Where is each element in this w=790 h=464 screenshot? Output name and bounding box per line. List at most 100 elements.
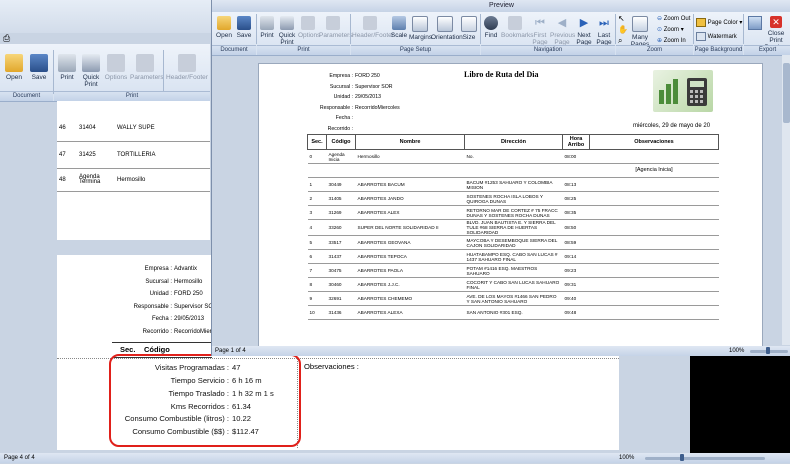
group-page-setup: Page Setup — [351, 45, 480, 55]
header-footer-button[interactable]: Header/Footer — [352, 16, 394, 39]
binoculars-icon — [484, 16, 498, 30]
options-button[interactable]: Options — [104, 54, 128, 81]
bookmarks-icon — [508, 16, 522, 30]
first-page-button[interactable]: ⏮ First Page — [530, 16, 550, 46]
table-cell-sec: 0 — [307, 149, 327, 164]
page-color-icon — [696, 18, 706, 27]
table-cell-obs — [589, 305, 719, 320]
table-cell-obs — [589, 263, 719, 278]
orientation-icon — [437, 16, 453, 32]
window-title: Preview — [489, 2, 514, 9]
table-row: 3 31269 ABARROTES ALEX RETORNO MAR DE CORTE… — [307, 205, 719, 220]
many-pages-icon — [632, 16, 648, 32]
zoom-in-button[interactable]: ⊕ Zoom In — [657, 37, 686, 44]
table-cell-hora: 08:35 — [562, 205, 590, 220]
table-cell-nombre: ABARROTES GEOVANA — [355, 235, 465, 250]
printer-icon — [58, 54, 76, 72]
table-cell-hora: 08:50 — [562, 219, 590, 236]
zoom-out-button[interactable]: ⊖ Zoom Out — [657, 15, 690, 22]
table-cell-codigo: 30460 — [326, 277, 356, 292]
black-region — [690, 356, 790, 453]
parameters-button[interactable]: Parameters — [319, 16, 353, 39]
page-color-button[interactable]: Page Color ▾ — [696, 18, 742, 27]
report-header-values: FORD 250 Supervisor SOR 29/05/2013 Recorri… — [355, 73, 400, 111]
table-cell-direccion: SAN ANTONIO #301 ESQ. — [464, 305, 563, 320]
zoom-slider-thumb[interactable] — [766, 347, 770, 354]
quick-printer-icon — [82, 54, 100, 72]
find-button[interactable]: Find — [482, 16, 500, 39]
save-button[interactable]: Save — [234, 16, 254, 39]
table-cell-direccion: RETORNO MAR DE CORTEZ # 75 FRACC DUNAS Y… — [464, 205, 563, 220]
group-print: Print — [257, 45, 350, 55]
zoom-slider[interactable] — [645, 457, 765, 460]
size-button[interactable]: Size — [459, 16, 479, 41]
table-cell-hora: 09:48 — [562, 305, 590, 320]
table-cell-sec: 8 — [307, 277, 327, 292]
bookmarks-button[interactable]: Bookmarks — [501, 16, 534, 39]
table-cell-obs — [589, 277, 719, 292]
options-button[interactable]: Options — [298, 16, 320, 39]
last-page-icon: ⏭ — [599, 17, 609, 29]
chevron-down-icon: ▾ — [739, 20, 743, 27]
zoom-slider-thumb[interactable] — [680, 454, 684, 461]
table-row: [Agencia Inicia] — [307, 163, 719, 178]
previous-page-icon: ◀ — [557, 17, 567, 29]
save-button[interactable]: Save — [28, 54, 50, 81]
first-page-icon: ⏮ — [535, 17, 545, 29]
table-cell-obs — [589, 149, 719, 164]
previous-page-button[interactable]: ◀ Previous Page — [550, 16, 575, 46]
table-row: 46 31404 WALLY SUPE — [57, 115, 210, 142]
table-cell-codigo: Agenda Inicia — [326, 149, 356, 164]
margins-icon — [412, 16, 428, 32]
table-cell-codigo: 30449 — [326, 177, 356, 192]
print-button[interactable]: Print — [56, 54, 78, 81]
chart-calculator-icon — [659, 78, 707, 106]
table-row: 1 30449 ABARROTES BACUM BACUM #1253 SAHUARO… — [307, 177, 719, 192]
parameters-button[interactable]: Parameters — [130, 54, 164, 81]
last-page-button[interactable]: ⏭ Last Page — [594, 16, 614, 46]
folder-open-icon — [5, 54, 23, 72]
table-cell-nombre: ABARROTES TEPOCA — [355, 249, 465, 264]
scale-button[interactable]: Scale — [389, 16, 409, 39]
close-icon: ✕ — [770, 16, 782, 28]
pointer-tool-icon[interactable]: ↖ — [618, 14, 625, 23]
parameters-icon — [136, 54, 154, 72]
header-footer-button[interactable]: Header/Footer — [165, 54, 209, 81]
table-cell-sec — [307, 163, 327, 178]
orientation-button[interactable]: Orientation — [431, 16, 463, 41]
parameters-label: Parameters — [130, 74, 164, 81]
table-cell-sec: 6 — [307, 249, 327, 264]
zoom-out-icon: ⊖ — [657, 16, 663, 22]
table-cell-nombre: ABARROTES J.J.C. — [355, 277, 465, 292]
many-pages-button[interactable]: Many Pages — [626, 16, 654, 48]
quick-print-button[interactable]: Quick Print — [277, 16, 297, 46]
table-cell-obs — [589, 177, 719, 192]
export-icon[interactable] — [748, 16, 762, 30]
quick-print-button[interactable]: Quick Print — [80, 54, 102, 88]
vertical-scrollbar[interactable] — [782, 55, 790, 345]
report-page: Empresa : Sucursal : Unidad : Responsable … — [258, 63, 763, 347]
table-row: 7 30475 ABARROTES PAOLA POTAM #1416 ESQ. MA… — [307, 263, 719, 278]
next-page-button[interactable]: ▶ Next Page — [574, 16, 594, 46]
printer-icon — [260, 16, 274, 30]
table-row: 2 31405 ABARROTES JANDO SOSTENES ROCHA ISLA… — [307, 191, 719, 206]
table-cell-sec: 9 — [307, 291, 327, 306]
print-button[interactable]: Print — [258, 16, 276, 39]
table-row: 6 31437 ABARROTES TEPOCA HUATABAMPO ESQ. CA… — [307, 249, 719, 264]
open-button[interactable]: Open — [3, 54, 25, 81]
table-cell-nombre: ABARROTES ALEX — [355, 205, 465, 220]
table-cell-obs — [589, 205, 719, 220]
table-row: 48 Agenda Termina Hermosillo — [57, 168, 210, 192]
back-upper-table: 46 31404 WALLY SUPE 47 31425 TORTILLERIA 48 A… — [57, 115, 210, 192]
zoom-button[interactable]: ⊙ Zoom ▾ — [657, 26, 684, 33]
header-footer-label: Header/Footer — [166, 74, 208, 81]
table-cell-hora: 09:31 — [562, 277, 590, 292]
margins-button[interactable]: Margins — [409, 16, 432, 41]
watermark-button[interactable]: Watermark — [696, 32, 737, 41]
open-button[interactable]: Open — [214, 16, 234, 39]
table-cell-nombre: ABARROTES ALEXA — [355, 305, 465, 320]
table-cell-sec: 10 — [307, 305, 327, 320]
table-cell-direccion: MAYCOBA Y DESEMBOQUE SIERRA DEL CAJON SO… — [464, 235, 563, 250]
table-cell-nombre — [355, 163, 465, 178]
scrollbar-thumb[interactable] — [783, 63, 790, 123]
